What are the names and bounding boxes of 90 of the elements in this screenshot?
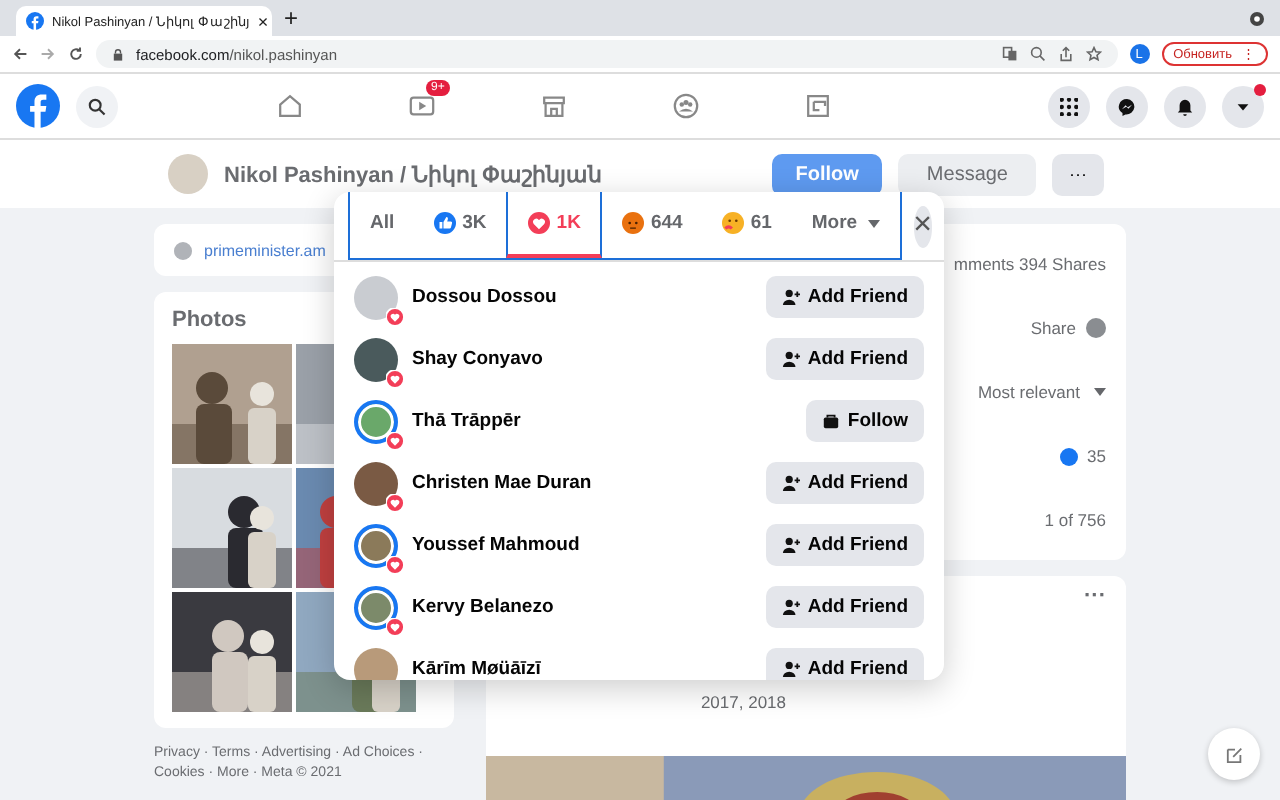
user-name[interactable]: Kārīm Møüāīzī <box>412 658 541 680</box>
video-icon[interactable] <box>407 92 435 120</box>
add-person-icon <box>781 598 800 616</box>
reaction-tab[interactable]: 61 <box>702 192 792 258</box>
add-person-icon <box>781 474 800 492</box>
reaction-tab[interactable]: More <box>791 192 900 258</box>
heart-icon <box>528 212 551 234</box>
heart-icon <box>386 369 404 387</box>
add-person-icon <box>781 350 800 368</box>
search-button[interactable] <box>76 85 118 127</box>
lock-icon <box>112 47 124 61</box>
add-person-icon <box>781 660 800 678</box>
post-stats: mments 394 Shares <box>953 254 1106 274</box>
reaction-tab[interactable]: 1K <box>506 192 603 258</box>
user-avatar[interactable] <box>354 523 398 567</box>
edit-icon <box>1225 745 1243 763</box>
menu-button[interactable] <box>1048 85 1090 127</box>
user-avatar[interactable] <box>354 585 398 629</box>
globe-icon <box>174 241 192 259</box>
star-icon[interactable] <box>1085 46 1102 62</box>
reload-icon[interactable] <box>68 46 84 62</box>
facebook-logo[interactable] <box>16 84 60 128</box>
add-person-icon <box>781 288 800 306</box>
follow-icon <box>821 412 840 430</box>
user-avatar[interactable] <box>354 275 398 319</box>
like-icon <box>434 212 457 234</box>
user-avatar[interactable] <box>354 337 398 381</box>
user-name[interactable]: Christen Mae Duran <box>412 472 592 494</box>
website-link[interactable]: primeminister.am <box>204 241 326 259</box>
translate-icon[interactable] <box>1001 46 1018 62</box>
reaction-tab[interactable]: 644 <box>602 192 703 258</box>
user-name[interactable]: Dossou Dossou <box>412 286 557 308</box>
account-button[interactable] <box>1222 85 1264 127</box>
share-button[interactable]: Share <box>1030 318 1076 338</box>
heart-icon <box>386 555 404 573</box>
add-friend-button[interactable]: Add Friend <box>765 462 924 504</box>
user-name[interactable]: Youssef Mahmoud <box>412 534 580 556</box>
share-icon[interactable] <box>1057 46 1074 62</box>
audience-avatar[interactable] <box>1086 318 1106 338</box>
messenger-icon <box>1118 97 1136 115</box>
heart-icon <box>386 493 404 511</box>
add-friend-button[interactable]: Add Friend <box>765 648 924 680</box>
angry-face-icon <box>622 212 645 234</box>
follow-button[interactable]: Follow <box>805 400 924 442</box>
add-friend-button[interactable]: Add Friend <box>765 586 924 628</box>
add-friend-button[interactable]: Add Friend <box>765 276 924 318</box>
groups-icon[interactable] <box>671 92 699 120</box>
like-icon <box>1059 447 1078 465</box>
facebook-icon <box>26 12 44 30</box>
post-more-button[interactable]: ··· <box>1084 584 1106 608</box>
caret-icon <box>1094 388 1106 396</box>
reaction-tab[interactable]: 3K <box>414 192 507 258</box>
compose-button[interactable] <box>1208 728 1260 780</box>
heart-icon <box>386 617 404 635</box>
profile-name: Nikol Pashinyan / Նիկոլ Փաշինյան <box>224 161 603 187</box>
user-avatar[interactable] <box>354 461 398 505</box>
back-icon[interactable] <box>12 46 28 62</box>
add-friend-button[interactable]: Add Friend <box>765 338 924 380</box>
search-icon <box>88 97 106 115</box>
new-tab-button[interactable]: + <box>284 4 299 32</box>
hugging-face-icon <box>722 212 745 234</box>
message-button[interactable]: Message <box>898 153 1036 195</box>
bell-icon <box>1176 97 1194 115</box>
post-text: 2017, 2018 <box>700 692 786 712</box>
sort-dropdown[interactable]: Most relevant <box>977 382 1080 402</box>
like-count: 35 <box>1087 446 1106 466</box>
gaming-icon[interactable] <box>803 92 831 120</box>
record-icon[interactable] <box>1250 11 1264 25</box>
add-person-icon <box>781 536 800 554</box>
notifications-button[interactable] <box>1164 85 1206 127</box>
user-avatar[interactable] <box>354 399 398 443</box>
reaction-tab[interactable]: All <box>350 192 415 258</box>
caret-icon <box>867 219 880 227</box>
user-name[interactable]: Thā Trāppēr <box>412 410 521 432</box>
grid-icon <box>1060 97 1078 115</box>
close-button[interactable]: × <box>913 205 932 247</box>
store-icon[interactable] <box>539 92 567 120</box>
heart-icon <box>386 307 404 325</box>
photos-title: Photos <box>172 308 247 332</box>
comment-pager: 1 of 756 <box>1044 510 1106 530</box>
messenger-button[interactable] <box>1106 85 1148 127</box>
user-name[interactable]: Kervy Belanezo <box>412 596 554 618</box>
tab-close-button[interactable]: × <box>257 11 269 31</box>
heart-icon <box>386 431 404 449</box>
user-name[interactable]: Shay Conyavo <box>412 348 543 370</box>
add-friend-button[interactable]: Add Friend <box>765 524 924 566</box>
home-icon[interactable] <box>275 92 303 120</box>
more-button[interactable]: ··· <box>1052 153 1104 195</box>
profile-avatar <box>168 154 208 194</box>
zoom-icon[interactable] <box>1029 46 1046 62</box>
